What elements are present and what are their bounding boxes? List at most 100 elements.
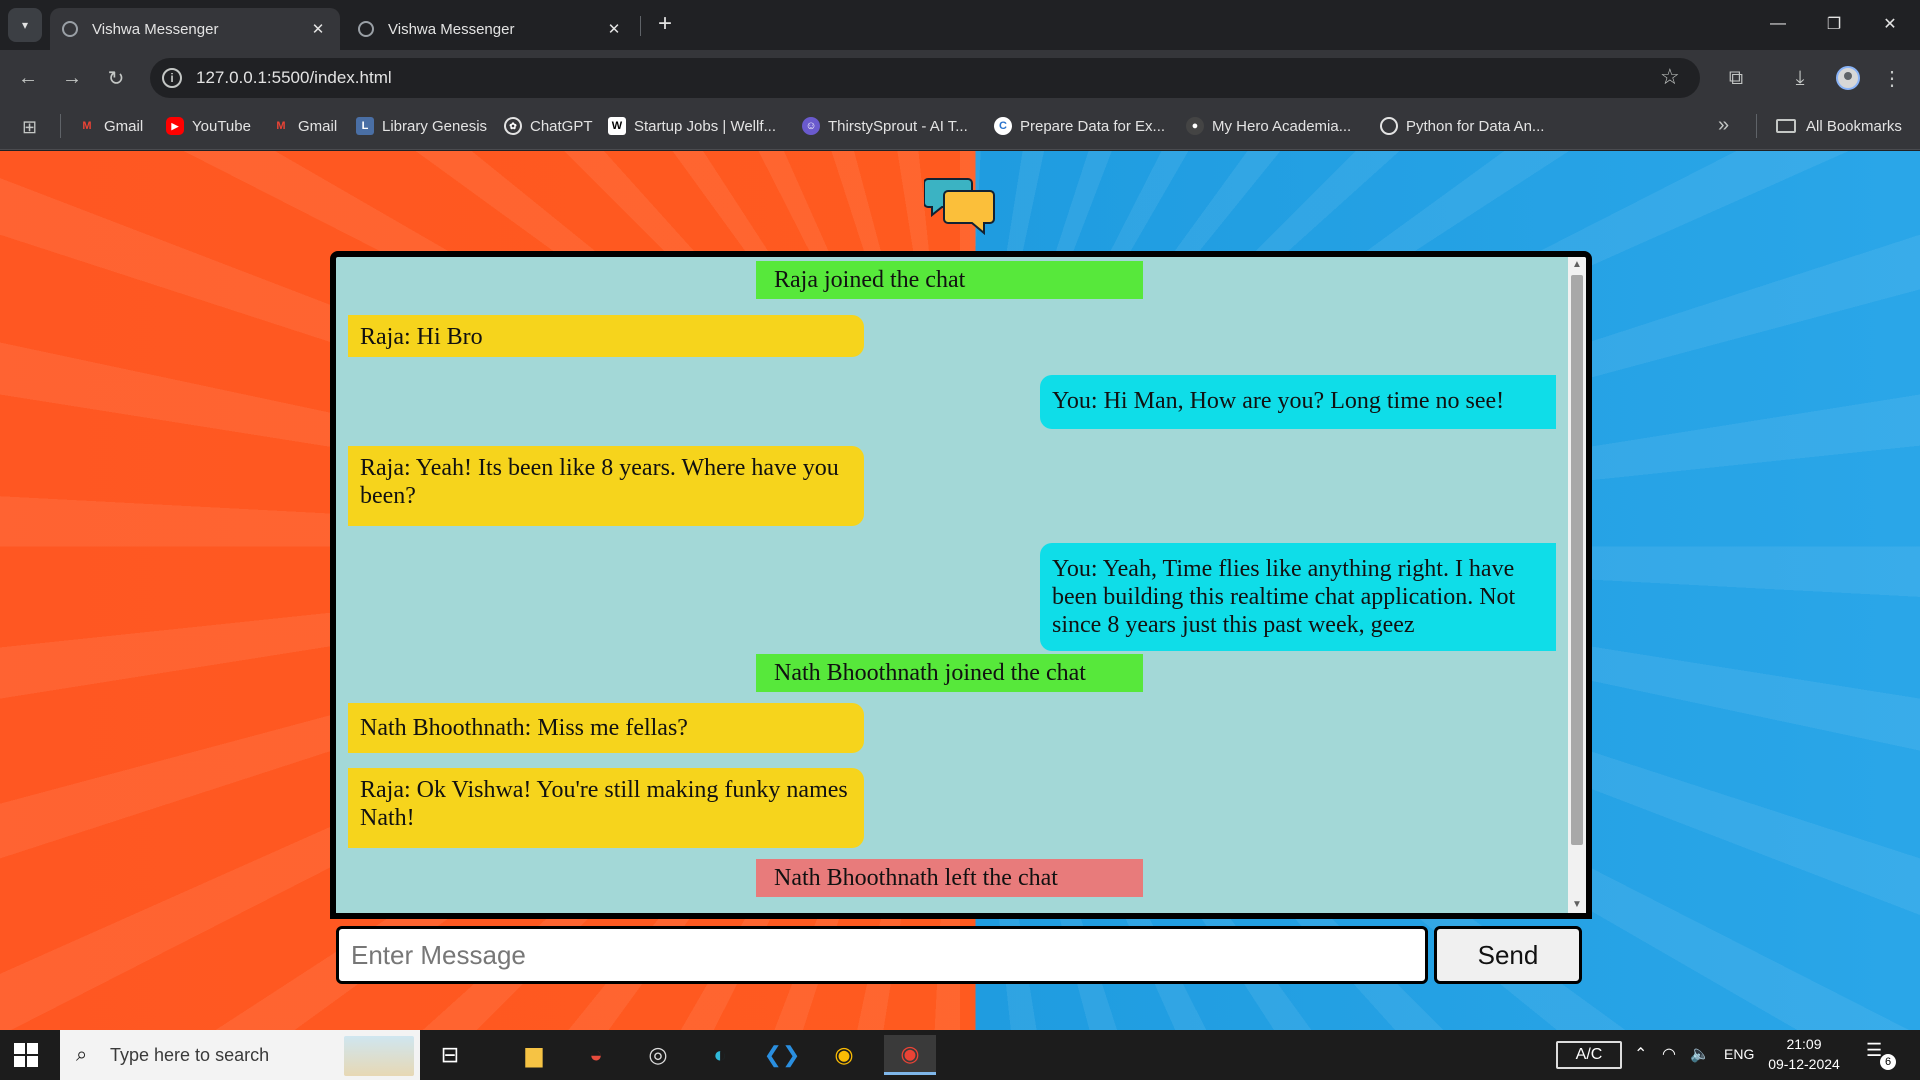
search-highlight-image [344, 1036, 414, 1076]
extensions-icon[interactable]: ⧉ [1720, 62, 1752, 94]
taskbar-search-placeholder: Type here to search [110, 1045, 270, 1065]
bookmark-separator [1756, 114, 1757, 138]
tab-search-button[interactable]: ▾ [8, 8, 42, 42]
bookmark-coursera[interactable]: C Prepare Data for Ex... [994, 114, 1165, 138]
system-message-join: Raja joined the chat [756, 261, 1143, 299]
new-tab-button[interactable]: + [652, 12, 678, 38]
all-bookmarks-button[interactable]: All Bookmarks [1776, 114, 1902, 138]
language-indicator[interactable]: ENG [1724, 1046, 1754, 1062]
outgoing-message: You: Hi Man, How are you? Long time no s… [1040, 375, 1556, 429]
close-tab-icon[interactable]: ✕ [308, 20, 328, 38]
chatgpt-icon: ✿ [504, 117, 522, 135]
bookmark-label: Python for Data An... [1406, 117, 1545, 135]
bookmark-gmail-2[interactable]: M Gmail [272, 114, 337, 138]
tab-title: Vishwa Messenger [388, 20, 515, 38]
bookmark-star-icon[interactable]: ☆ [1660, 64, 1680, 90]
incoming-message: Nath Bhoothnath: Miss me fellas? [348, 703, 864, 753]
app-icon[interactable]: ◒ [576, 1035, 616, 1075]
scroll-down-arrow[interactable]: ▼ [1568, 897, 1586, 913]
incoming-message: Raja: Yeah! Its been like 8 years. Where… [348, 446, 864, 526]
profile-avatar[interactable] [1836, 66, 1860, 90]
chrome-icon[interactable]: ◉ [824, 1035, 864, 1075]
thirstysprout-icon: ☺ [802, 117, 820, 135]
chrome-profile-icon[interactable]: ◉ [884, 1035, 936, 1075]
search-icon: ⌕ [76, 1044, 88, 1066]
globe-icon [1380, 117, 1398, 135]
chat-logo-icon [924, 178, 995, 235]
chat-scrollbar[interactable]: ▲ ▼ [1568, 257, 1586, 913]
chevron-up-icon[interactable]: ⌃ [1634, 1044, 1647, 1064]
system-message-leave: Nath Bhoothnath left the chat [756, 859, 1143, 897]
close-window-icon[interactable]: ✕ [1870, 8, 1910, 40]
clock-time: 21:09 [1786, 1036, 1822, 1052]
bookmark-label: YouTube [192, 117, 251, 135]
bookmark-label: ThirstySprout - AI T... [828, 117, 968, 135]
obs-icon[interactable]: ◎ [638, 1035, 678, 1075]
windows-start-icon[interactable] [14, 1043, 38, 1067]
globe-icon [62, 21, 78, 37]
scroll-thumb[interactable] [1571, 275, 1583, 845]
more-bookmarks-icon[interactable]: » [1718, 114, 1729, 137]
browser-tab-1[interactable]: Vishwa Messenger ✕ [50, 8, 340, 50]
globe-icon [358, 21, 374, 37]
bookmark-label: Gmail [104, 117, 144, 135]
bookmark-library-genesis[interactable]: L Library Genesis [356, 114, 487, 138]
task-view-icon[interactable]: ⊟ [430, 1035, 470, 1075]
message-input[interactable] [336, 926, 1428, 984]
bookmark-chatgpt[interactable]: ✿ ChatGPT [504, 114, 593, 138]
bookmark-my-hero-academia[interactable]: ● My Hero Academia... [1186, 114, 1351, 138]
coursera-icon: C [994, 117, 1012, 135]
download-icon[interactable]: ⤓ [1784, 62, 1816, 94]
message-list: Raja joined the chat Raja: Hi Bro You: H… [336, 257, 1568, 913]
incoming-message: Raja: Hi Bro [348, 315, 864, 357]
bookmark-label: Startup Jobs | Wellf... [634, 117, 777, 135]
tray-ac-label[interactable]: A/C [1556, 1041, 1622, 1069]
clock-date: 09-12-2024 [1768, 1056, 1840, 1072]
vscode-icon[interactable]: ❮❯ [762, 1035, 802, 1075]
back-button[interactable]: ← [12, 62, 44, 94]
folder-icon [1776, 119, 1796, 133]
send-button[interactable]: Send [1434, 926, 1582, 984]
anime-icon: ● [1186, 117, 1204, 135]
bookmark-label: ChatGPT [530, 117, 593, 135]
menu-icon[interactable]: ⋮ [1876, 62, 1908, 94]
network-icon[interactable]: ◠ [1662, 1044, 1676, 1064]
bookmark-label: Gmail [298, 117, 338, 135]
url-text[interactable]: 127.0.0.1:5500/index.html [196, 68, 392, 88]
all-bookmarks-label: All Bookmarks [1806, 117, 1902, 135]
close-tab-icon[interactable]: ✕ [604, 20, 624, 38]
notification-icon[interactable]: ☰ 6 [1866, 1040, 1896, 1070]
taskbar-search[interactable]: ⌕ Type here to search [60, 1030, 420, 1080]
file-explorer-icon[interactable]: ▆ [514, 1035, 554, 1075]
bookmark-thirstysprout[interactable]: ☺ ThirstySprout - AI T... [802, 114, 968, 138]
bookmark-wellfound[interactable]: W Startup Jobs | Wellf... [608, 114, 776, 138]
restore-icon[interactable]: ❐ [1814, 8, 1854, 40]
system-message-join: Nath Bhoothnath joined the chat [756, 654, 1143, 692]
reload-button[interactable]: ↻ [100, 62, 132, 94]
incoming-message: Raja: Ok Vishwa! You're still making fun… [348, 768, 864, 848]
tab-title: Vishwa Messenger [92, 20, 219, 38]
outgoing-message: You: Yeah, Time flies like anything righ… [1040, 543, 1556, 651]
forward-button[interactable]: → [56, 62, 88, 94]
page-background: Raja joined the chat Raja: Hi Bro You: H… [0, 151, 1920, 1030]
gmail-icon: M [82, 120, 92, 132]
bookmark-youtube[interactable]: ▶ YouTube [166, 114, 251, 138]
taskbar-clock[interactable]: 21:09 09-12-2024 [1764, 1034, 1844, 1074]
bookmark-label: Library Genesis [382, 117, 488, 135]
wellfound-icon: W [608, 117, 626, 135]
bookmark-python-for-data[interactable]: Python for Data An... [1380, 114, 1544, 138]
notification-count: 6 [1880, 1054, 1896, 1070]
edge-icon[interactable]: ◐ [700, 1035, 740, 1075]
volume-icon[interactable]: 🔈 [1690, 1044, 1710, 1064]
chat-window: Raja joined the chat Raja: Hi Bro You: H… [330, 251, 1592, 919]
minimize-icon[interactable]: — [1758, 8, 1798, 40]
scroll-up-arrow[interactable]: ▲ [1568, 257, 1586, 273]
site-info-icon[interactable]: i [162, 68, 182, 88]
apps-grid-icon[interactable]: ⊞ [22, 118, 40, 136]
browser-tab-2[interactable]: Vishwa Messenger ✕ [346, 8, 636, 50]
bookmark-gmail[interactable]: M Gmail [78, 114, 143, 138]
library-genesis-icon: L [356, 117, 374, 135]
youtube-icon: ▶ [166, 117, 184, 135]
bookmark-separator [60, 114, 61, 138]
tab-separator [640, 16, 641, 36]
